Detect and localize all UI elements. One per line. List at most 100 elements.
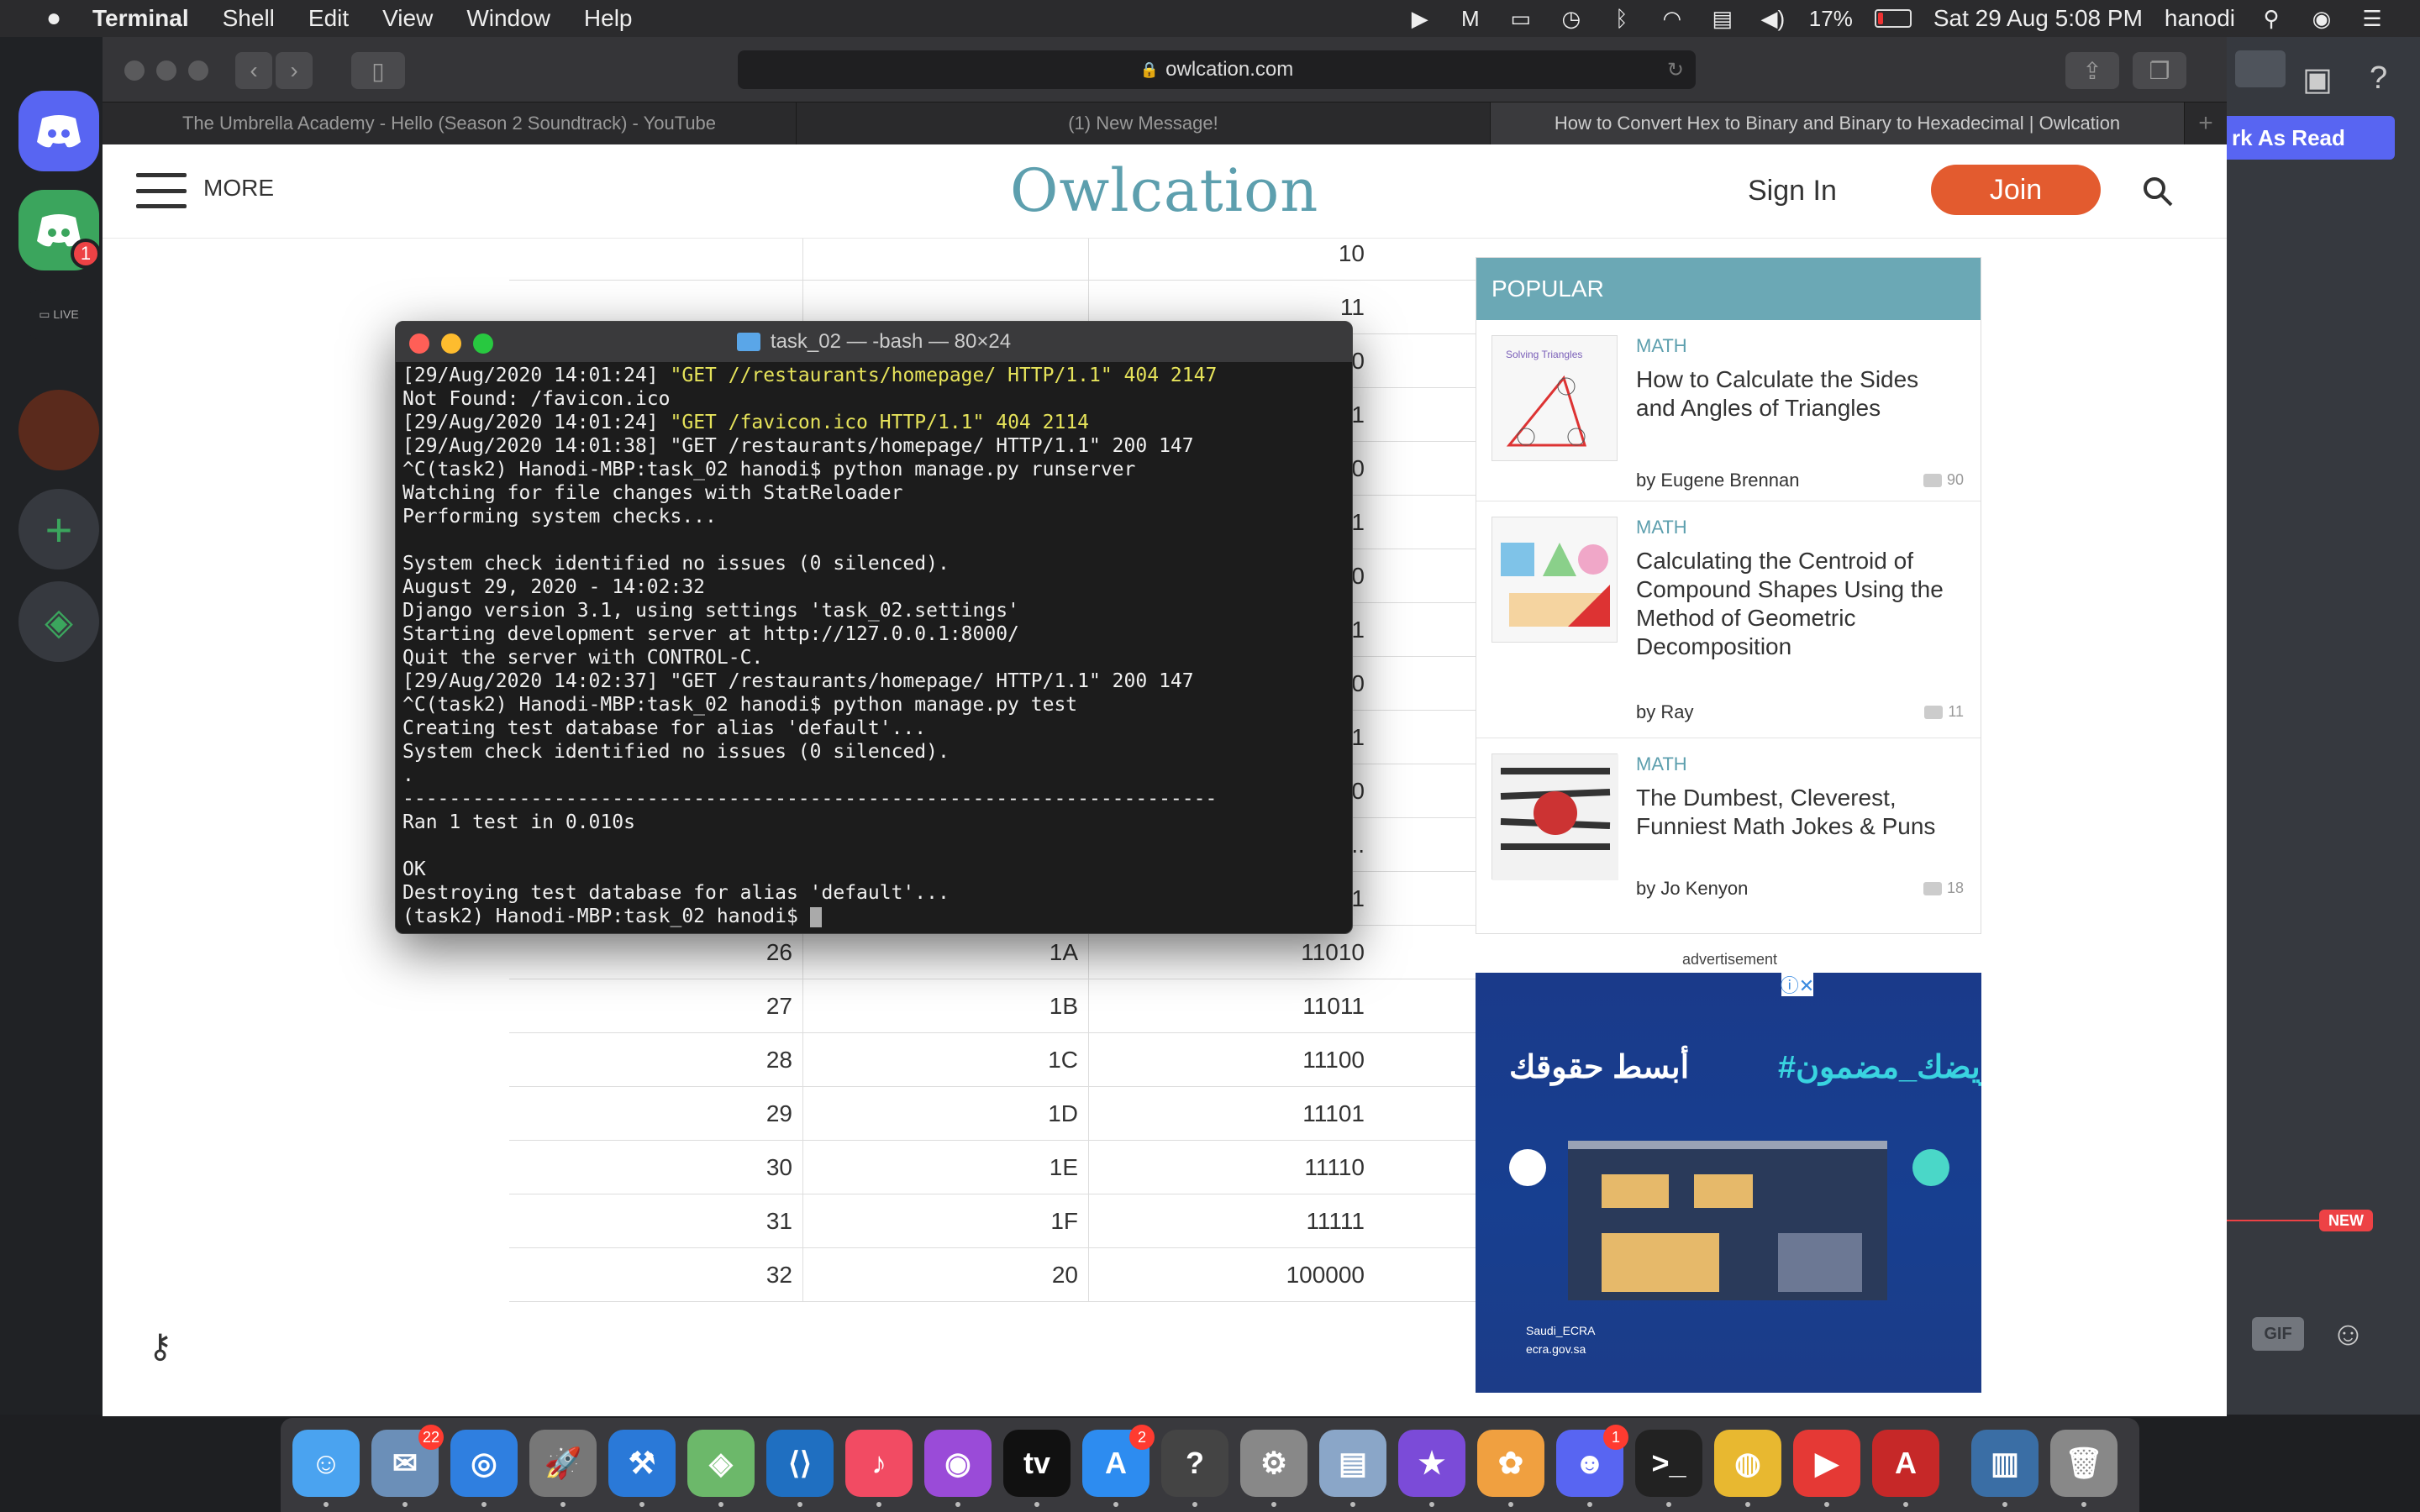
terminal-close-button[interactable] xyxy=(409,333,429,354)
podcasts-icon[interactable]: ◉ xyxy=(924,1430,992,1497)
running-indicator xyxy=(1429,1502,1434,1507)
photos-icon[interactable]: ✿ xyxy=(1477,1430,1544,1497)
menu-view[interactable]: View xyxy=(382,5,433,32)
tabs-overview-icon[interactable]: ❐ xyxy=(2133,52,2186,89)
menu-shell[interactable]: Shell xyxy=(223,5,275,32)
safari-icon[interactable]: ◎ xyxy=(450,1430,518,1497)
terminal-window[interactable]: task_02 — -bash — 80×24 [29/Aug/2020 14:… xyxy=(395,321,1353,934)
centroid-thumbnail[interactable] xyxy=(1491,517,1618,643)
time-machine-icon[interactable]: ◷ xyxy=(1557,6,1586,31)
dock-badge: 2 xyxy=(1129,1425,1155,1450)
sign-in-link[interactable]: Sign In xyxy=(1748,175,1837,207)
reload-icon[interactable]: ↻ xyxy=(1667,58,1684,82)
advertisement-banner[interactable]: #تعويضك_مضمون أبسط حقوقك Saudi_ECRA ecra… xyxy=(1476,973,1981,1393)
help-icon[interactable]: ? xyxy=(1161,1430,1228,1497)
discord-icon[interactable]: ☻ 1 xyxy=(1556,1425,1628,1497)
apple-tv-icon[interactable]: tv xyxy=(1003,1430,1071,1497)
menu-app-terminal[interactable]: Terminal xyxy=(92,5,189,32)
mark-as-read-button[interactable]: rk As Read xyxy=(2227,116,2395,160)
join-button[interactable]: Join xyxy=(1931,165,2101,215)
discord-home-icon[interactable] xyxy=(18,91,99,171)
triangle-thumbnail[interactable]: Solving Triangles xyxy=(1491,335,1618,461)
launchpad-icon[interactable]: 🚀 xyxy=(529,1430,597,1497)
more-label[interactable]: MORE xyxy=(203,175,274,202)
apple-menu-icon[interactable]: ● xyxy=(37,4,71,33)
menu-edit[interactable]: Edit xyxy=(308,5,349,32)
notification-center-icon[interactable]: ☰ xyxy=(2358,6,2386,31)
acrobat-icon[interactable]: A xyxy=(1872,1430,1939,1497)
mail-icon[interactable]: ✉ 22 xyxy=(371,1425,444,1497)
music-icon[interactable]: ♪ xyxy=(845,1430,913,1497)
window-zoom-button[interactable] xyxy=(188,60,208,81)
youtube-status-icon[interactable]: ▶ xyxy=(1406,6,1434,31)
gif-button[interactable]: GIF xyxy=(2252,1317,2304,1351)
siri-icon[interactable]: ◉ xyxy=(2307,6,2336,31)
popular-title[interactable]: The Dumbest, Cleverest, Funniest Math Jo… xyxy=(1636,784,1955,841)
math-jokes-thumbnail[interactable] xyxy=(1491,753,1618,880)
hamburger-menu-icon[interactable] xyxy=(136,173,187,208)
sidebar-toggle-icon[interactable]: ▯ xyxy=(351,52,405,89)
ad-close-icon[interactable]: ⓘ✕ xyxy=(1781,973,1814,996)
clock[interactable]: Sat 29 Aug 5:08 PM xyxy=(1933,5,2143,32)
discord-server-avatar[interactable] xyxy=(18,390,99,470)
usb-key-icon: ⚷ xyxy=(148,1328,173,1365)
trash-icon[interactable]: 🗑 xyxy=(2050,1430,2118,1497)
menu-window[interactable]: Window xyxy=(466,5,550,32)
popular-title[interactable]: How to Calculate the Sides and Angles of… xyxy=(1636,365,1955,423)
popular-category[interactable]: MATH xyxy=(1636,335,1687,357)
menu-help[interactable]: Help xyxy=(584,5,633,32)
terminal-minimize-button[interactable] xyxy=(441,333,461,354)
imovie-icon[interactable]: ★ xyxy=(1398,1430,1465,1497)
share-icon[interactable]: ⇪ xyxy=(2065,52,2119,89)
terminal-output[interactable]: [29/Aug/2020 14:01:24] "GET //restaurant… xyxy=(396,362,1352,930)
terminal-line: Starting development server at http://12… xyxy=(402,623,1019,645)
popular-item[interactable]: MATH Calculating the Centroid of Compoun… xyxy=(1476,501,1981,738)
popular-item[interactable]: MATH The Dumbest, Cleverest, Funniest Ma… xyxy=(1476,738,1981,920)
battery-percent[interactable]: 17% xyxy=(1809,6,1853,32)
airplay-icon[interactable]: ▭ xyxy=(1507,6,1535,31)
popular-category[interactable]: MATH xyxy=(1636,517,1687,538)
terminal-title-bar[interactable]: task_02 — -bash — 80×24 xyxy=(396,322,1352,362)
app-store-icon[interactable]: A2 xyxy=(1082,1425,1155,1497)
tab-owlcation[interactable]: How to Convert Hex to Binary and Binary … xyxy=(1491,102,2185,144)
popular-item[interactable]: Solving Triangles MATH How to Calculate … xyxy=(1476,320,1981,501)
search-icon[interactable] xyxy=(2141,175,2175,208)
downloads-icon[interactable]: ▥ xyxy=(1971,1430,2039,1497)
tab-youtube[interactable]: The Umbrella Academy - Hello (Season 2 S… xyxy=(103,102,797,144)
user-name[interactable]: hanodi xyxy=(2165,5,2235,32)
terminal-icon[interactable]: >_ xyxy=(1635,1430,1702,1497)
malwarebytes-icon[interactable]: M xyxy=(1456,6,1485,31)
spotlight-icon[interactable]: ⚲ xyxy=(2257,6,2286,31)
window-close-button[interactable] xyxy=(124,60,145,81)
help-icon[interactable]: ? xyxy=(2370,60,2387,97)
battery-icon[interactable] xyxy=(1874,9,1912,28)
bluetooth-icon[interactable]: ᛒ xyxy=(1607,6,1636,31)
inbox-icon[interactable]: ▣ xyxy=(2302,60,2333,98)
maps-icon[interactable]: ◈ xyxy=(687,1430,755,1497)
forward-button[interactable]: › xyxy=(276,52,313,89)
discord-search-icon[interactable] xyxy=(2235,50,2286,87)
address-bar[interactable]: 🔒 owlcation.com ↻ xyxy=(738,50,1696,89)
emoji-icon[interactable]: ☺ xyxy=(2331,1315,2365,1353)
xcode-icon[interactable]: ⚒ xyxy=(608,1430,676,1497)
input-flag-icon[interactable]: ▤ xyxy=(1708,6,1737,31)
wifi-icon[interactable]: ◠ xyxy=(1658,6,1686,31)
volume-icon[interactable]: ◀) xyxy=(1759,6,1787,31)
finder-icon[interactable]: ☺ xyxy=(292,1430,360,1497)
system-preferences-icon[interactable]: ⚙ xyxy=(1240,1430,1307,1497)
add-server-icon[interactable]: + xyxy=(18,489,99,570)
popular-category[interactable]: MATH xyxy=(1636,753,1687,775)
site-logo[interactable]: Owlcation xyxy=(1010,156,1318,225)
back-button[interactable]: ‹ xyxy=(235,52,272,89)
youtube-icon[interactable]: ▶ xyxy=(1793,1430,1860,1497)
explore-servers-icon[interactable]: ◈ xyxy=(18,581,99,662)
terminal-zoom-button[interactable] xyxy=(473,333,493,354)
preview-icon[interactable]: ▤ xyxy=(1319,1430,1386,1497)
new-tab-button[interactable]: + xyxy=(2185,102,2227,144)
vscode-icon[interactable]: ⟨⟩ xyxy=(766,1430,834,1497)
window-minimize-button[interactable] xyxy=(156,60,176,81)
tab-discord[interactable]: (1) New Message! xyxy=(797,102,1491,144)
popular-title[interactable]: Calculating the Centroid of Compound Sha… xyxy=(1636,547,1955,661)
discord-live-server-icon[interactable]: ▭ LIVE xyxy=(18,289,99,339)
chrome-icon[interactable]: ◍ xyxy=(1714,1430,1781,1497)
